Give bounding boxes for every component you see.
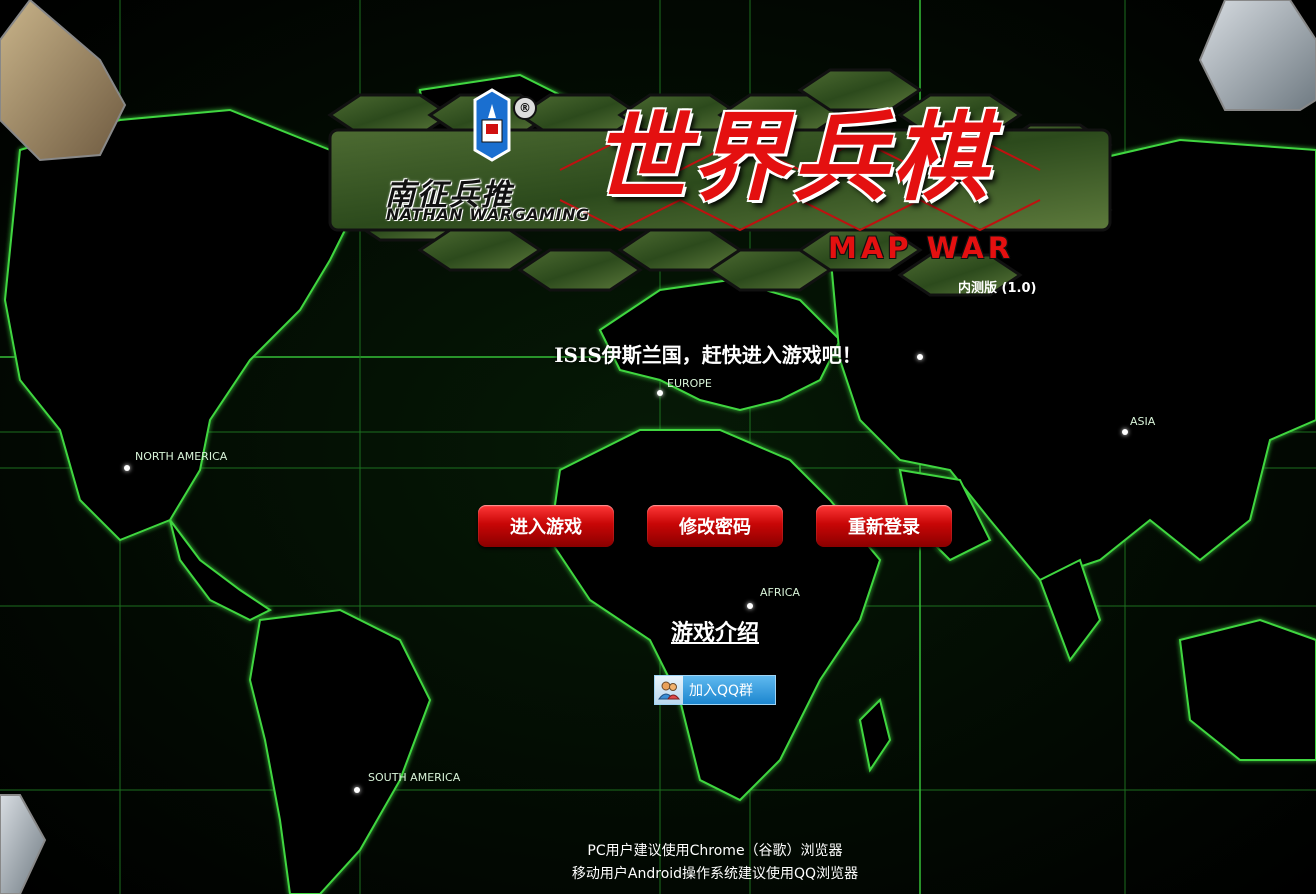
action-button-row: 进入游戏 修改密码 重新登录 xyxy=(478,505,952,547)
faction-headline: ISIS伊斯兰国，赶快进入游戏吧！ xyxy=(554,343,862,367)
brand-name-en: NATHAN WARGAMING xyxy=(386,205,590,224)
map-label-south-america: SOUTH AMERICA xyxy=(368,771,461,784)
footer-mobile-browser-tip: 移动用户Android操作系统建议使用QQ浏览器 xyxy=(571,866,859,882)
map-label-north-america: NORTH AMERICA xyxy=(135,450,228,463)
join-qq-group-label: 加入QQ群 xyxy=(689,683,754,699)
qq-users-icon xyxy=(655,676,683,704)
map-label-asia: ASIA xyxy=(1130,415,1156,428)
map-label-europe: EUROPE xyxy=(667,377,712,390)
footer-pc-browser-tip: PC用户建议使用Chrome（谷歌）浏览器 xyxy=(587,843,843,859)
game-title-cn: 世界兵棋 xyxy=(592,101,992,214)
game-intro-link[interactable]: 游戏介绍 xyxy=(0,615,1316,647)
game-title-en: MAP WAR xyxy=(828,231,1015,265)
change-password-button[interactable]: 修改密码 xyxy=(647,505,783,547)
registered-trademark-mark: ® xyxy=(513,96,537,120)
shield-emblem-icon xyxy=(473,88,511,162)
enter-game-button[interactable]: 进入游戏 xyxy=(478,505,614,547)
map-label-africa: AFRICA xyxy=(760,586,800,599)
relogin-button[interactable]: 重新登录 xyxy=(816,505,952,547)
join-qq-group-button[interactable]: 加入QQ群 xyxy=(654,675,776,705)
version-label: 内测版 (1.0) xyxy=(958,281,1037,296)
